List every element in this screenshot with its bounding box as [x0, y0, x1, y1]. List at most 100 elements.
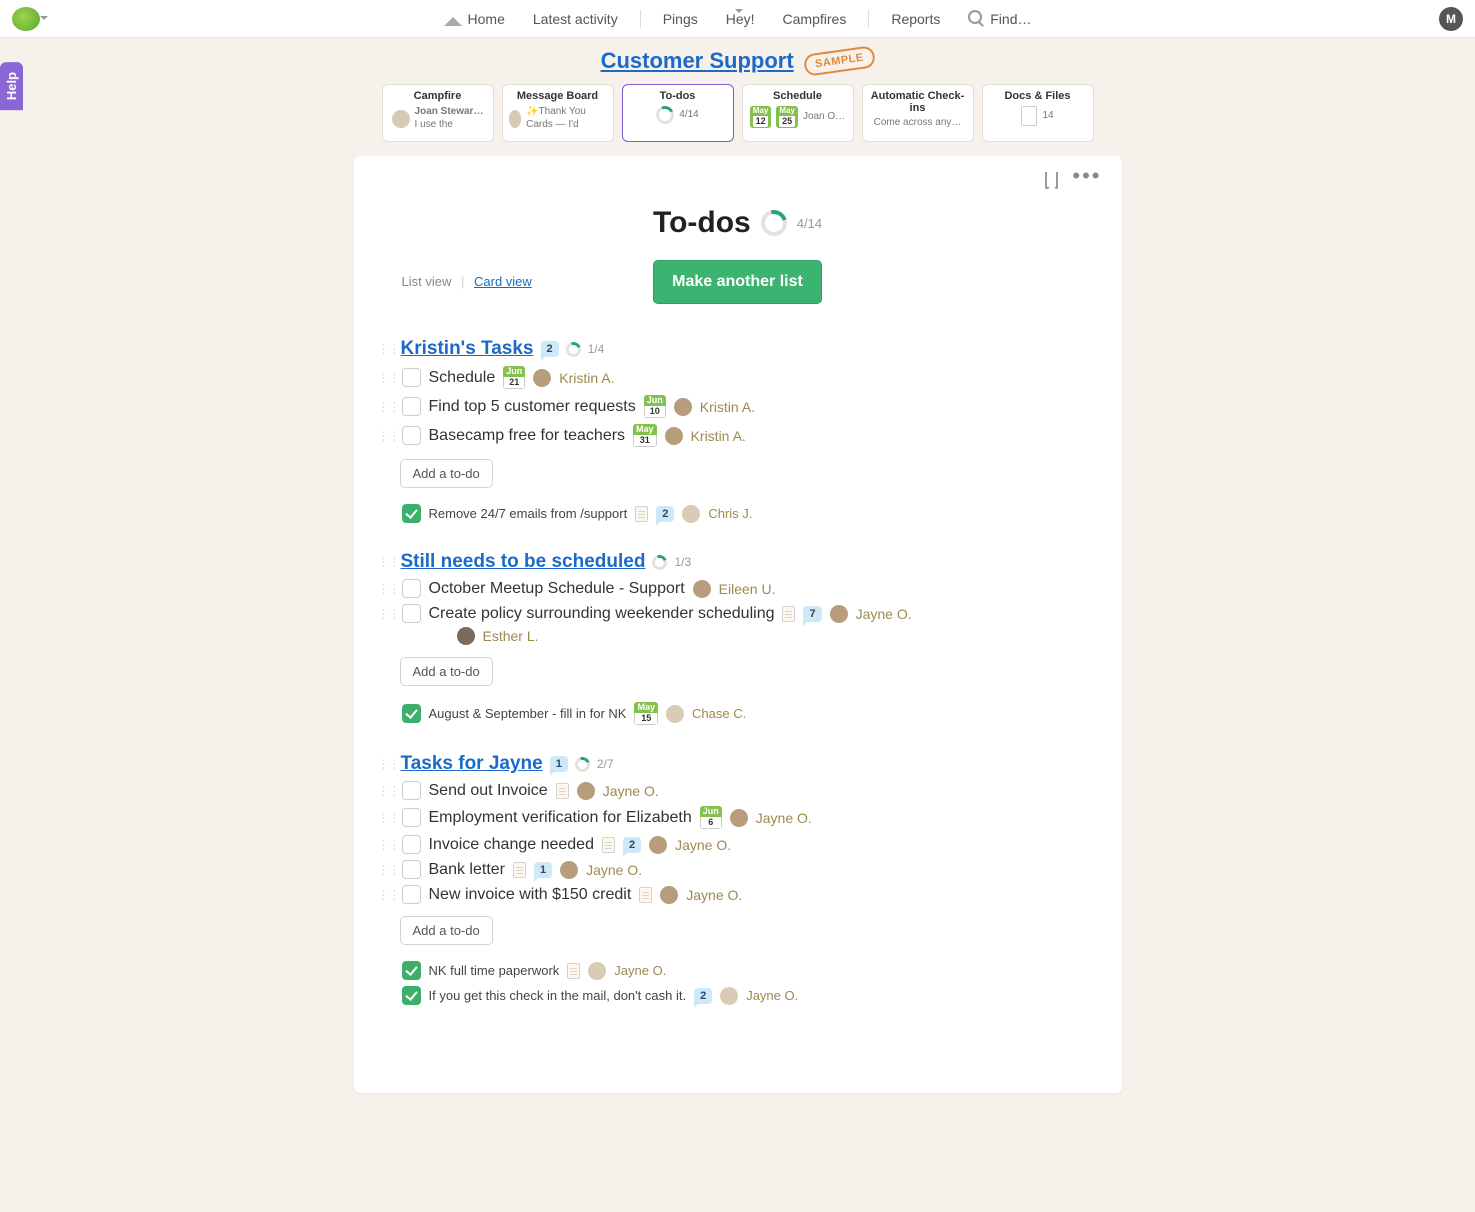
assignee-name[interactable]: Jayne O.	[614, 963, 666, 978]
more-menu-icon[interactable]: •••	[1072, 172, 1101, 189]
list-title[interactable]: Still needs to be scheduled	[401, 551, 646, 573]
nav-home[interactable]: Home	[430, 5, 519, 33]
todo-text[interactable]: Create policy surrounding weekender sche…	[429, 605, 775, 623]
nav-pings[interactable]: Pings	[649, 5, 712, 33]
document-icon[interactable]	[639, 887, 652, 903]
assignee-name[interactable]: Chase C.	[692, 706, 746, 721]
assignee-name[interactable]: Kristin A.	[691, 428, 746, 444]
todo-text[interactable]: August & September - fill in for NK	[429, 706, 627, 721]
avatar-menu-chevron[interactable]	[735, 11, 743, 27]
basecamp-logo[interactable]	[12, 7, 40, 31]
todo-text[interactable]: NK full time paperwork	[429, 963, 560, 978]
drag-handle-icon[interactable]: ⋮⋮	[378, 342, 394, 356]
checkbox[interactable]	[402, 885, 421, 904]
todo-text[interactable]: Send out Invoice	[429, 782, 548, 800]
assignee-name[interactable]: Chris J.	[708, 506, 752, 521]
checkbox[interactable]	[402, 426, 421, 445]
tool-sub-name: Joan Stewar…	[415, 106, 484, 117]
comment-count[interactable]: 7	[803, 606, 821, 622]
add-todo-button[interactable]: Add a to-do	[400, 657, 493, 686]
comment-count[interactable]: 2	[623, 837, 641, 853]
drag-handle-icon[interactable]: ⋮⋮	[378, 429, 394, 443]
drag-handle-icon[interactable]: ⋮⋮	[378, 582, 394, 596]
list-view-link[interactable]: List view	[402, 274, 452, 289]
tool-campfire[interactable]: Campfire Joan Stewar… I use the	[382, 84, 494, 142]
project-title[interactable]: Customer Support	[601, 48, 794, 74]
checkbox-checked[interactable]	[402, 504, 421, 523]
todo-text[interactable]: If you get this check in the mail, don't…	[429, 988, 687, 1003]
nav-reports[interactable]: Reports	[877, 5, 954, 33]
checkbox[interactable]	[402, 368, 421, 387]
checkbox-checked[interactable]	[402, 704, 421, 723]
todo-text[interactable]: Employment verification for Elizabeth	[429, 809, 692, 827]
checkbox[interactable]	[402, 808, 421, 827]
nav-find[interactable]: Find…	[954, 4, 1045, 33]
assignee-name[interactable]: Esther L.	[483, 628, 539, 644]
assignee-name[interactable]: Kristin A.	[700, 399, 755, 415]
todo-text[interactable]: Basecamp free for teachers	[429, 427, 626, 445]
assignee-name[interactable]: Jayne O.	[746, 988, 798, 1003]
todo-text[interactable]: Remove 24/7 emails from /support	[429, 506, 628, 521]
document-icon[interactable]	[635, 506, 648, 522]
tool-todos[interactable]: To-dos 4/14	[622, 84, 734, 142]
add-todo-button[interactable]: Add a to-do	[400, 459, 493, 488]
comment-count[interactable]: 2	[694, 988, 712, 1004]
assignee-name[interactable]: Jayne O.	[856, 606, 912, 622]
checkbox-checked[interactable]	[402, 961, 421, 980]
nav-activity[interactable]: Latest activity	[519, 5, 632, 33]
tool-docs[interactable]: Docs & Files 14	[982, 84, 1094, 142]
document-icon[interactable]	[567, 963, 580, 979]
drag-handle-icon[interactable]: ⋮⋮	[378, 838, 394, 852]
bookmark-icon[interactable]	[1045, 172, 1058, 189]
document-icon[interactable]	[556, 783, 569, 799]
make-list-button[interactable]: Make another list	[653, 260, 822, 304]
checkbox[interactable]	[402, 397, 421, 416]
drag-handle-icon[interactable]: ⋮⋮	[378, 784, 394, 798]
assignee-avatar	[560, 861, 578, 879]
comment-count[interactable]: 1	[550, 756, 568, 772]
assignee-avatar	[720, 987, 738, 1005]
assignee-name[interactable]: Jayne O.	[756, 810, 812, 826]
document-icon[interactable]	[782, 606, 795, 622]
assignee-name[interactable]: Jayne O.	[675, 837, 731, 853]
comment-count[interactable]: 2	[541, 341, 559, 357]
drag-handle-icon[interactable]: ⋮⋮	[378, 400, 394, 414]
tool-checkins[interactable]: Automatic Check-ins Come across any…	[862, 84, 974, 142]
todo-text[interactable]: Schedule	[429, 369, 496, 387]
comment-count[interactable]: 1	[534, 862, 552, 878]
nav-campfires[interactable]: Campfires	[769, 5, 861, 33]
drag-handle-icon[interactable]: ⋮⋮	[378, 863, 394, 877]
list-title[interactable]: Kristin's Tasks	[401, 338, 534, 360]
checkbox[interactable]	[402, 835, 421, 854]
assignee-name[interactable]: Kristin A.	[559, 370, 614, 386]
todo-text[interactable]: October Meetup Schedule - Support	[429, 580, 685, 598]
drag-handle-icon[interactable]: ⋮⋮	[378, 555, 394, 569]
checkbox[interactable]	[402, 579, 421, 598]
assignee-name[interactable]: Eileen U.	[719, 581, 776, 597]
drag-handle-icon[interactable]: ⋮⋮	[378, 371, 394, 385]
todo-text[interactable]: Bank letter	[429, 861, 505, 879]
drag-handle-icon[interactable]: ⋮⋮	[378, 811, 394, 825]
assignee-name[interactable]: Jayne O.	[686, 887, 742, 903]
list-title[interactable]: Tasks for Jayne	[401, 753, 543, 775]
add-todo-button[interactable]: Add a to-do	[400, 916, 493, 945]
comment-count[interactable]: 2	[656, 506, 674, 522]
drag-handle-icon[interactable]: ⋮⋮	[378, 888, 394, 902]
assignee-name[interactable]: Jayne O.	[603, 783, 659, 799]
todo-text[interactable]: New invoice with $150 credit	[429, 886, 632, 904]
checkbox[interactable]	[402, 604, 421, 623]
avatar[interactable]: M	[1439, 7, 1463, 31]
checkbox[interactable]	[402, 781, 421, 800]
tool-message-board[interactable]: Message Board ✨Thank You Cards — I'd	[502, 84, 614, 142]
drag-handle-icon[interactable]: ⋮⋮	[378, 757, 394, 771]
card-view-link[interactable]: Card view	[474, 274, 532, 289]
assignee-name[interactable]: Jayne O.	[586, 862, 642, 878]
checkbox-checked[interactable]	[402, 986, 421, 1005]
drag-handle-icon[interactable]: ⋮⋮	[378, 607, 394, 621]
document-icon[interactable]	[513, 862, 526, 878]
document-icon[interactable]	[602, 837, 615, 853]
todo-text[interactable]: Invoice change needed	[429, 836, 594, 854]
tool-schedule[interactable]: Schedule May12 May25 Joan O…	[742, 84, 854, 142]
todo-text[interactable]: Find top 5 customer requests	[429, 398, 636, 416]
checkbox[interactable]	[402, 860, 421, 879]
